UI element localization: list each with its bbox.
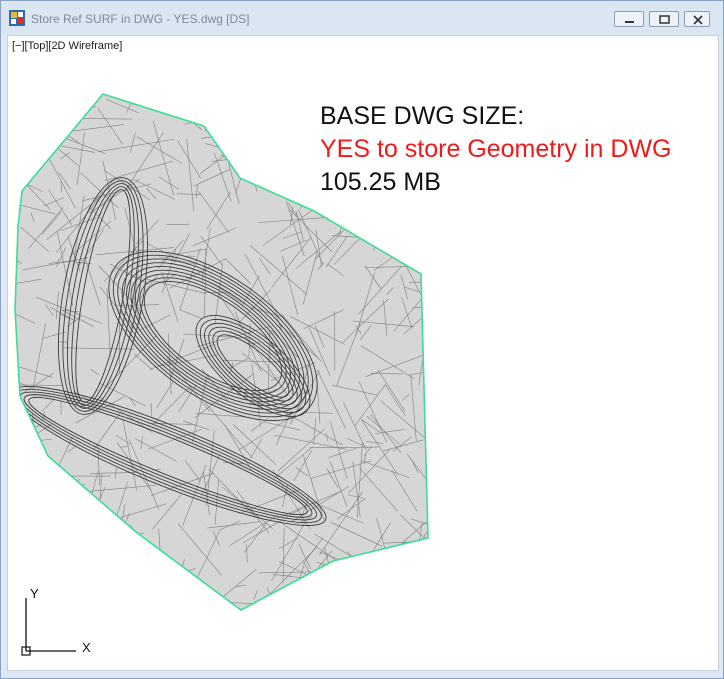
close-icon bbox=[693, 15, 703, 25]
mesh-edge bbox=[306, 575, 311, 590]
mesh-edge bbox=[60, 478, 80, 521]
mesh-edge bbox=[185, 94, 215, 111]
mesh-edge bbox=[303, 575, 372, 587]
mesh-edge bbox=[425, 266, 428, 303]
mesh-edge bbox=[50, 532, 56, 562]
mesh-edge bbox=[290, 144, 301, 164]
mesh-edge bbox=[15, 99, 30, 133]
mesh-edge bbox=[163, 607, 208, 610]
mesh-edge bbox=[46, 147, 55, 153]
ucs-x-label: X bbox=[82, 640, 91, 655]
mesh-edge bbox=[70, 532, 144, 552]
drawing-viewport[interactable]: [−][Top][2D Wireframe] BASE DWG SIZE: YE… bbox=[7, 35, 719, 671]
mesh-edge bbox=[254, 94, 281, 100]
mesh-edge bbox=[27, 521, 77, 570]
mesh-edge bbox=[28, 501, 56, 530]
restore-button[interactable] bbox=[649, 11, 679, 27]
title-bar[interactable]: Store Ref SURF in DWG - YES.dwg [DS] bbox=[1, 1, 723, 35]
mesh-edge bbox=[35, 114, 80, 144]
mesh-edge bbox=[38, 533, 48, 560]
mesh-edge bbox=[421, 197, 426, 267]
mesh-edge bbox=[40, 94, 50, 148]
mesh-edge bbox=[386, 195, 428, 236]
mesh-edge bbox=[44, 529, 111, 572]
mesh-edge bbox=[22, 463, 28, 503]
mesh-edge bbox=[265, 94, 307, 110]
autocad-app-icon bbox=[9, 10, 25, 26]
window-title: Store Ref SURF in DWG - YES.dwg [DS] bbox=[31, 12, 250, 26]
annotation-line-2: YES to store Geometry in DWG bbox=[320, 135, 672, 163]
mesh-edge bbox=[105, 547, 157, 596]
mesh-edge bbox=[8, 476, 13, 488]
mesh-edge bbox=[278, 94, 300, 115]
mesh-edge bbox=[362, 94, 413, 103]
mesh-edge bbox=[42, 495, 83, 523]
mesh-edge bbox=[315, 587, 338, 591]
mesh-edge bbox=[423, 534, 428, 602]
mesh-edge bbox=[17, 439, 36, 496]
mesh-edge bbox=[251, 605, 314, 610]
mesh-edge bbox=[313, 578, 353, 610]
mesh-edge bbox=[26, 120, 30, 182]
mesh-edge bbox=[373, 567, 397, 591]
mesh-edge bbox=[44, 118, 79, 125]
mesh-edge bbox=[18, 491, 72, 525]
mesh-edge bbox=[15, 486, 37, 531]
mesh-edge bbox=[58, 103, 65, 111]
mesh-edge bbox=[370, 558, 388, 592]
mesh-edge bbox=[39, 520, 67, 573]
mesh-edge bbox=[354, 209, 365, 217]
mesh-edge bbox=[428, 537, 477, 547]
mesh-edge bbox=[28, 563, 54, 585]
mesh-edge bbox=[415, 94, 420, 105]
ucs-icon bbox=[21, 598, 76, 656]
mesh-edge bbox=[198, 98, 206, 110]
mesh-edge bbox=[34, 502, 42, 522]
mesh-edge bbox=[166, 594, 181, 610]
mesh-edge bbox=[150, 555, 163, 562]
annotation-line-3: 105.25 MB bbox=[320, 168, 441, 196]
mesh-edge bbox=[236, 161, 284, 164]
mesh-edge bbox=[222, 107, 279, 155]
mesh-edge bbox=[275, 94, 296, 100]
mesh-edge bbox=[351, 602, 395, 610]
minimize-icon bbox=[625, 21, 634, 23]
mesh-edge bbox=[402, 94, 428, 98]
close-button[interactable] bbox=[684, 11, 710, 27]
mesh-edge bbox=[221, 120, 259, 131]
mesh-edge bbox=[371, 200, 385, 219]
mesh-edge bbox=[64, 500, 72, 559]
minimize-button[interactable] bbox=[614, 11, 644, 27]
mesh-edge bbox=[27, 76, 45, 92]
mesh-edge bbox=[24, 532, 45, 549]
mesh-edge bbox=[15, 478, 80, 493]
mesh-edge bbox=[368, 560, 396, 577]
application-window: Store Ref SURF in DWG - YES.dwg [DS] [−]… bbox=[0, 0, 724, 679]
mesh-edge bbox=[230, 94, 262, 116]
mesh-edge bbox=[204, 94, 223, 132]
mesh-edge bbox=[260, 143, 305, 185]
annotation-line-1: BASE DWG SIZE: bbox=[320, 102, 525, 130]
restore-icon bbox=[659, 15, 670, 24]
mesh-edge bbox=[252, 162, 321, 172]
size-annotation: BASE DWG SIZE: YES to store Geometry in … bbox=[320, 100, 672, 199]
mesh-edge bbox=[429, 208, 440, 223]
ucs-y-label: Y bbox=[30, 586, 39, 601]
mesh-edge bbox=[8, 160, 14, 166]
mesh-edge bbox=[346, 551, 398, 594]
mesh-edge bbox=[424, 481, 428, 535]
mesh-edge bbox=[101, 592, 122, 608]
mesh-edge bbox=[289, 94, 307, 120]
mesh-edge bbox=[426, 512, 428, 548]
mesh-edge bbox=[356, 581, 370, 592]
mesh-edge bbox=[8, 574, 13, 596]
mesh-edge bbox=[184, 115, 223, 125]
mesh-edge bbox=[364, 197, 381, 234]
mesh-edge bbox=[113, 568, 165, 596]
